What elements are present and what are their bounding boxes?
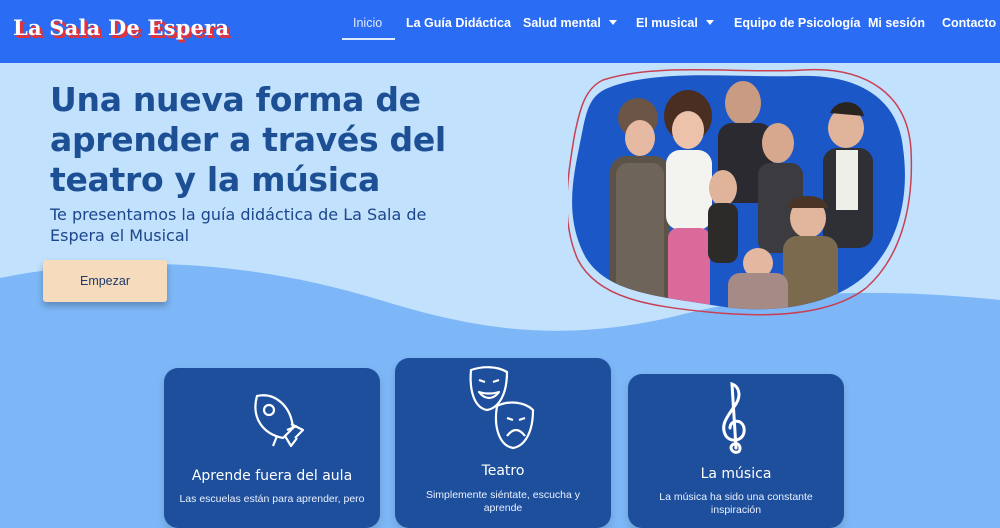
cast-photo — [568, 68, 913, 316]
card-title: La música — [700, 466, 772, 482]
hero-title: Una nueva forma de aprender a través del… — [50, 80, 446, 199]
theater-masks-icon — [469, 366, 535, 450]
card-teatro[interactable]: Teatro Simplemente siéntate, escucha y a… — [395, 358, 611, 528]
nav-item-el-musical[interactable]: El musical — [636, 16, 714, 30]
hero-subtitle: Te presentamos la guía didáctica de La S… — [50, 205, 427, 245]
nav-label-salud-mental: Salud mental — [523, 16, 601, 30]
nav-item-contacto[interactable]: Contacto — [942, 16, 996, 30]
card-text: Simplemente siéntate, escucha y aprende — [425, 489, 581, 514]
card-aprende-fuera[interactable]: Aprende fuera del aula Las escuelas está… — [164, 368, 380, 528]
rocket-icon — [254, 394, 305, 448]
card-title: Aprende fuera del aula — [191, 468, 353, 484]
card-text: La música ha sido una constante inspirac… — [659, 491, 813, 516]
start-button[interactable]: Empezar — [43, 260, 167, 302]
chevron-down-icon — [705, 20, 714, 26]
card-text: Las escuelas están para aprender, pero — [179, 493, 365, 505]
active-nav-underline — [342, 38, 395, 40]
nav-item-equipo-psicologia[interactable]: Equipo de Psicología — [734, 16, 860, 30]
nav-item-inicio[interactable]: Inicio — [353, 16, 382, 30]
treble-clef-icon — [722, 381, 746, 454]
nav-item-salud-mental[interactable]: Salud mental — [523, 16, 617, 30]
main-nav: Inicio La Guía Didáctica Salud mental El… — [0, 16, 1000, 46]
card-la-musica[interactable]: La música La música ha sido una constant… — [628, 374, 844, 528]
nav-item-mi-sesion[interactable]: Mi sesión — [868, 16, 925, 30]
site-header: La Sala De Espera Inicio La Guía Didácti… — [0, 0, 1000, 63]
nav-label-el-musical: El musical — [636, 16, 698, 30]
chevron-down-icon — [608, 20, 617, 26]
nav-item-guia-didactica[interactable]: La Guía Didáctica — [406, 16, 511, 30]
card-title: Teatro — [481, 463, 525, 479]
